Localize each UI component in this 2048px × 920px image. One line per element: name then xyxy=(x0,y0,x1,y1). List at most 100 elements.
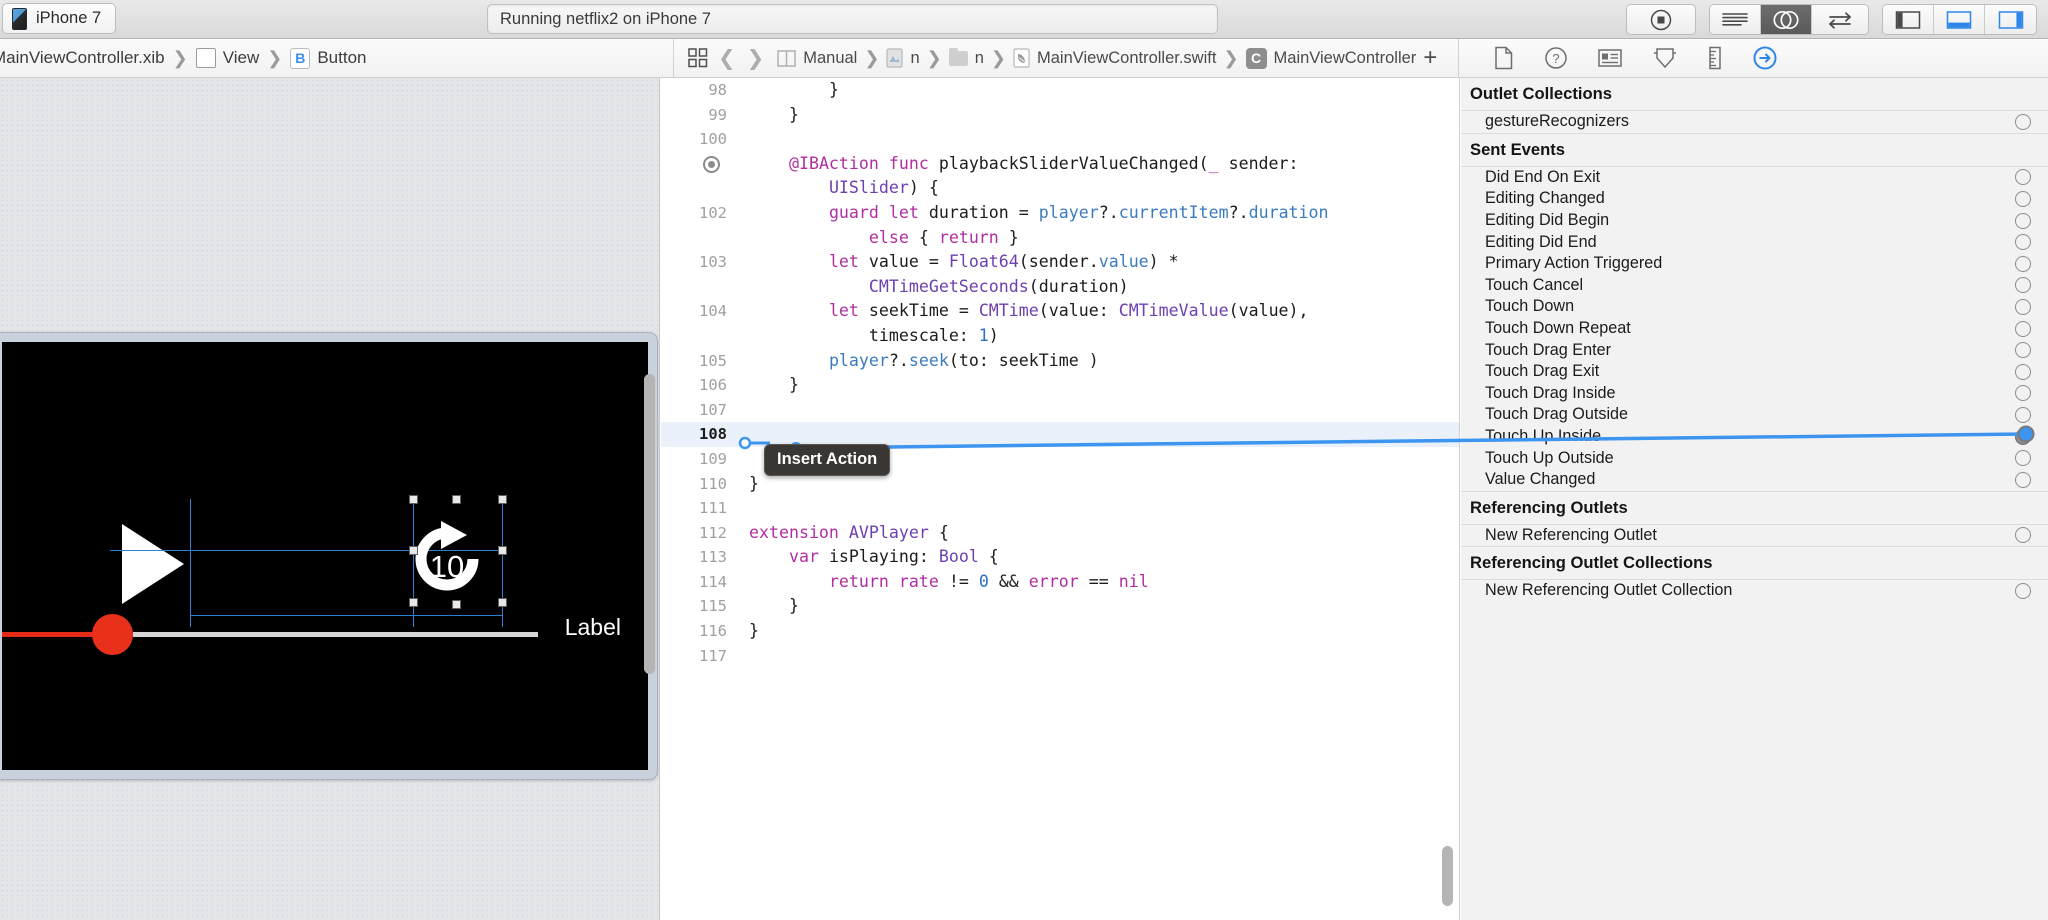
code-line[interactable]: 107 xyxy=(661,398,1459,423)
navigate-back-icon[interactable]: ❮ xyxy=(716,46,738,71)
add-assistant-editor-button[interactable]: + xyxy=(1423,44,1437,72)
connection-well[interactable] xyxy=(2015,298,2031,315)
connection-row[interactable]: Touch Down xyxy=(1461,296,2048,318)
selection-handle[interactable] xyxy=(409,546,418,555)
code-line[interactable]: 113 var isPlaying: Bool { xyxy=(661,545,1459,570)
connection-row[interactable]: gestureRecognizers xyxy=(1461,111,2048,133)
breakpoint-marker-icon[interactable] xyxy=(703,155,720,173)
breadcrumb-class[interactable]: C MainViewController xyxy=(1245,47,1416,69)
connection-row[interactable]: Touch Up Inside xyxy=(1461,425,2048,448)
view-controller-view[interactable]: 10 Label xyxy=(2,342,648,770)
code-line[interactable]: UISlider) { xyxy=(661,176,1459,201)
code-line[interactable]: 104 let seekTime = CMTime(value: CMTimeV… xyxy=(661,299,1459,324)
connection-row[interactable]: Editing Did Begin xyxy=(1461,209,2048,232)
connection-row[interactable]: Touch Up Outside xyxy=(1461,447,2048,469)
code-line[interactable]: CMTimeGetSeconds(duration) xyxy=(661,275,1459,300)
code-line[interactable]: 110} xyxy=(661,472,1459,497)
identity-inspector-tab[interactable] xyxy=(1597,47,1623,69)
related-items-button[interactable] xyxy=(687,47,709,69)
code-line[interactable]: 111 xyxy=(661,496,1459,521)
breadcrumb-manual[interactable]: Manual xyxy=(777,49,857,68)
code-line[interactable]: timescale: 1) xyxy=(661,324,1459,349)
connection-well[interactable] xyxy=(2015,190,2031,207)
code-line[interactable]: 98 } xyxy=(661,78,1459,103)
toggle-debug-area-button[interactable] xyxy=(1934,5,1985,34)
connection-well[interactable] xyxy=(2015,406,2031,423)
selection-handle[interactable] xyxy=(452,495,461,504)
code-line[interactable]: 103 let value = Float64(sender.value) * xyxy=(661,250,1459,275)
connection-well[interactable] xyxy=(2015,234,2031,251)
connection-row[interactable]: Primary Action Triggered xyxy=(1461,252,2048,275)
code-line[interactable]: 112 extension AVPlayer { xyxy=(661,521,1459,546)
attributes-inspector-tab[interactable] xyxy=(1652,46,1678,70)
quick-help-inspector-tab[interactable]: ? xyxy=(1544,46,1568,70)
selection-handle[interactable] xyxy=(498,495,507,504)
breadcrumb-xib[interactable]: MainViewController.xib xyxy=(0,48,165,68)
connection-well[interactable] xyxy=(2015,471,2031,488)
file-inspector-tab[interactable] xyxy=(1493,46,1515,70)
connection-row[interactable]: Touch Drag Exit xyxy=(1461,360,2048,383)
code-content[interactable]: 98 } 99 } 100 @IBAction func playbackSlide… xyxy=(661,78,1459,920)
connection-row[interactable]: New Referencing Outlet Collection xyxy=(1461,580,2048,602)
connection-row[interactable]: Touch Cancel xyxy=(1461,274,2048,297)
assistant-editor-button[interactable] xyxy=(1761,5,1812,34)
code-line[interactable]: @IBAction func playbackSliderValueChange… xyxy=(661,152,1459,177)
connection-well[interactable] xyxy=(2015,113,2031,130)
canvas-vertical-scrollbar[interactable] xyxy=(644,374,655,674)
playback-slider-thumb[interactable] xyxy=(92,614,133,655)
connection-well[interactable] xyxy=(2015,277,2031,294)
code-line[interactable]: 102 guard let duration = player?.current… xyxy=(661,201,1459,226)
code-line[interactable]: 108 xyxy=(661,422,1459,447)
editor-vertical-scrollbar[interactable] xyxy=(1442,846,1453,906)
connection-row[interactable]: Value Changed xyxy=(1461,468,2048,491)
connection-well[interactable] xyxy=(2015,527,2031,544)
connection-well[interactable] xyxy=(2015,169,2031,186)
code-line[interactable]: 114 return rate != 0 && error == nil xyxy=(661,570,1459,595)
selection-handle[interactable] xyxy=(409,598,418,607)
connection-row[interactable]: Editing Changed xyxy=(1461,188,2048,210)
close-assistant-editor-button[interactable]: ✕ xyxy=(1458,45,1459,71)
code-line[interactable]: 116} xyxy=(661,619,1459,644)
connection-row[interactable]: Touch Drag Inside xyxy=(1461,382,2048,405)
forward-10-seconds-icon[interactable]: 10 xyxy=(413,519,481,607)
code-line[interactable]: else { return } xyxy=(661,226,1459,251)
selection-handle[interactable] xyxy=(498,546,507,555)
connection-well[interactable] xyxy=(2015,212,2031,229)
connection-well[interactable] xyxy=(2015,342,2031,359)
navigate-forward-icon[interactable]: ❯ xyxy=(745,46,767,71)
code-line[interactable]: 109 xyxy=(661,447,1459,472)
size-inspector-tab[interactable] xyxy=(1707,46,1723,70)
connection-well[interactable] xyxy=(2015,385,2031,402)
breadcrumb-button[interactable]: B Button xyxy=(290,47,367,69)
connections-inspector-tab[interactable] xyxy=(1752,45,1778,71)
code-line[interactable]: 99 } xyxy=(661,103,1459,128)
connections-inspector-panel[interactable]: Outlet Collections gestureRecognizers Sent… xyxy=(1461,78,2048,920)
connection-row[interactable]: Touch Drag Outside xyxy=(1461,404,2048,426)
interface-builder-canvas[interactable]: 10 Label xyxy=(0,78,660,920)
toggle-utilities-button[interactable] xyxy=(1985,5,2036,34)
breadcrumb-swift-file[interactable]: MainViewController.swift xyxy=(1013,48,1216,68)
code-line[interactable]: 100 xyxy=(661,127,1459,152)
connection-row[interactable]: Editing Did End xyxy=(1461,231,2048,253)
selection-handle[interactable] xyxy=(452,600,461,609)
breadcrumb-folder[interactable]: n xyxy=(948,47,984,68)
selection-handle[interactable] xyxy=(409,495,418,504)
breadcrumb-project[interactable]: n xyxy=(886,48,920,68)
connection-well[interactable] xyxy=(2015,255,2031,272)
breadcrumb-view[interactable]: View xyxy=(195,48,259,68)
play-triangle-icon[interactable] xyxy=(122,524,184,604)
code-line[interactable]: 106 } xyxy=(661,373,1459,398)
code-line[interactable]: 115 } xyxy=(661,594,1459,619)
stop-button[interactable] xyxy=(1627,5,1695,34)
connection-well[interactable] xyxy=(2015,428,2031,445)
connection-row[interactable]: Touch Down Repeat xyxy=(1461,317,2048,340)
connection-row[interactable]: Did End On Exit xyxy=(1461,166,2048,189)
selection-handle[interactable] xyxy=(498,598,507,607)
scheme-destination-button[interactable]: iPhone 7 xyxy=(2,3,117,34)
code-line[interactable]: 105 player?.seek(to: seekTime ) xyxy=(661,349,1459,374)
code-line[interactable]: 117 xyxy=(661,644,1459,669)
toggle-navigator-button[interactable] xyxy=(1883,5,1934,34)
connection-well[interactable] xyxy=(2015,363,2031,380)
assistant-code-editor[interactable]: 98 } 99 } 100 @IBAction func playbackSlide… xyxy=(661,78,1460,920)
connection-row[interactable]: New Referencing Outlet xyxy=(1461,524,2048,547)
